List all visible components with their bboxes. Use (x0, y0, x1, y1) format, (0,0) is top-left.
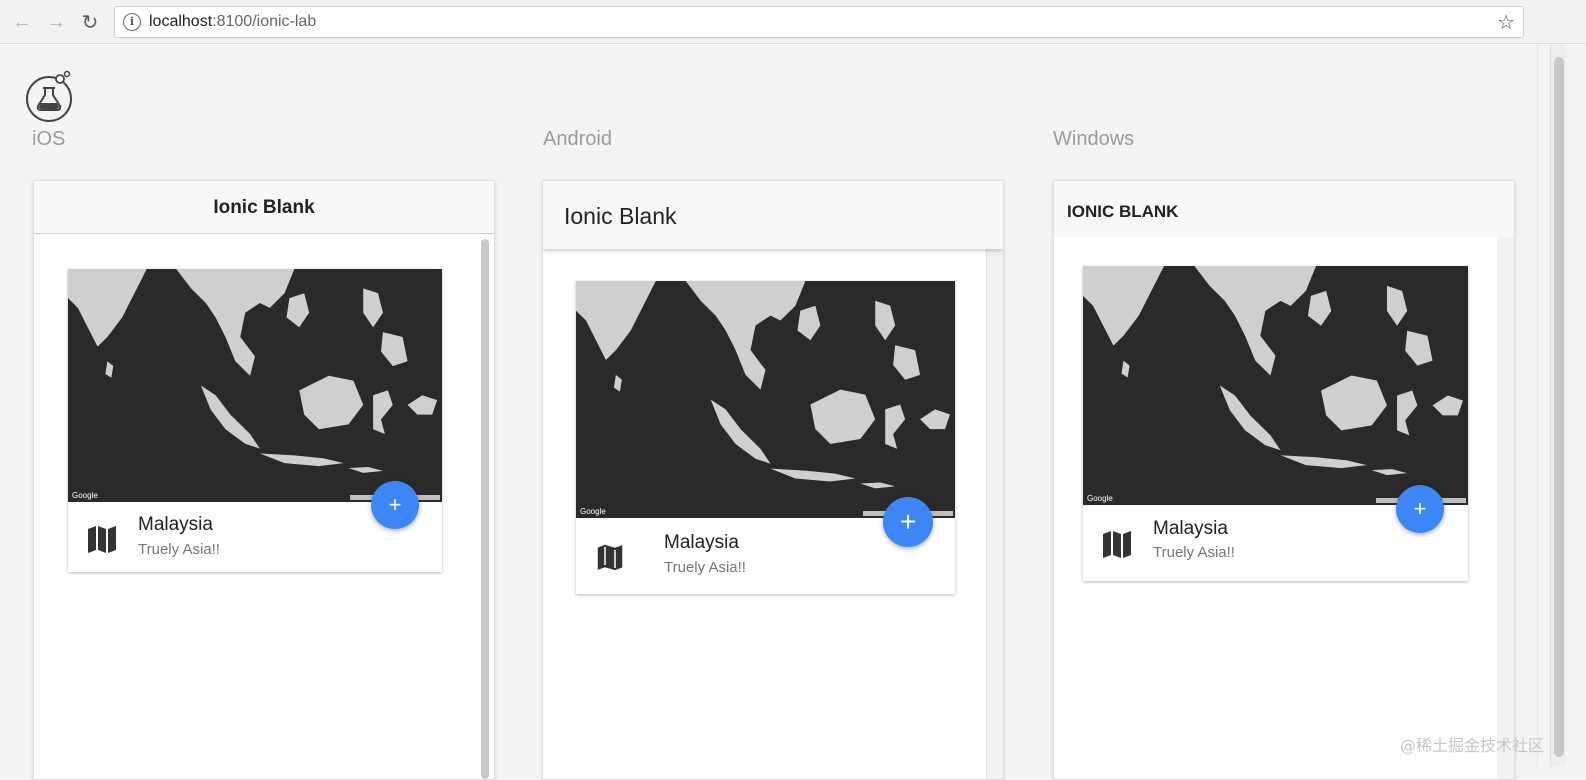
android-map-image[interactable]: Google (576, 281, 955, 518)
page-scrollbar[interactable] (1550, 45, 1566, 767)
divider (1537, 45, 1538, 767)
reload-icon[interactable]: ↻ (78, 10, 102, 34)
url-path: :8100/ionic-lab (212, 13, 317, 30)
ios-device-frame: Ionic Blank Google + Malaysia Truely Asi… (33, 180, 495, 780)
card-title: Malaysia (664, 532, 739, 553)
map-icon (88, 526, 116, 553)
windows-device-frame: IONIC BLANK Google + Malaysia Truely Asi… (1053, 180, 1515, 780)
windows-toolbar: IONIC BLANK (1054, 181, 1514, 237)
url-text[interactable]: localhost:8100/ionic-lab (149, 13, 316, 31)
map-icon (596, 542, 624, 573)
android-device-frame: Ionic Blank Google + Malaysia Truely Asi… (542, 180, 1004, 780)
android-page-title: Ionic Blank (564, 203, 677, 229)
windows-map-image[interactable]: Google (1083, 266, 1468, 505)
ios-content-scrollbar[interactable] (481, 239, 489, 779)
map-landmass (576, 281, 951, 489)
card-subtitle: Truely Asia!! (1153, 544, 1235, 561)
android-toolbar: Ionic Blank (543, 181, 1003, 249)
forward-arrow-icon[interactable]: → (44, 10, 68, 34)
address-bar[interactable]: i localhost:8100/ionic-lab ☆ (114, 6, 1524, 38)
card-subtitle: Truely Asia!! (664, 559, 746, 576)
bookmark-star-icon[interactable]: ☆ (1497, 10, 1515, 35)
card-title: Malaysia (138, 514, 213, 535)
windows-add-button[interactable]: + (1396, 485, 1444, 533)
ionic-lab-logo-icon (26, 70, 72, 122)
map-icon (1103, 531, 1131, 558)
url-host: localhost (149, 13, 213, 30)
android-content-scrollbar[interactable] (986, 249, 1003, 779)
android-add-button[interactable]: + (883, 497, 933, 547)
windows-page-title: IONIC BLANK (1067, 202, 1179, 221)
google-map-label: Google (1087, 494, 1113, 503)
platform-label-ios: iOS (32, 128, 66, 150)
map-landmass (68, 269, 438, 473)
ios-map-card: Google + Malaysia Truely Asia!! (68, 269, 442, 572)
info-icon[interactable]: i (123, 13, 141, 31)
card-title: Malaysia (1153, 518, 1228, 539)
platform-label-windows: Windows (1053, 128, 1135, 150)
android-map-card: Google + Malaysia Truely Asia!! (576, 281, 955, 594)
google-map-label: Google (580, 507, 606, 516)
back-arrow-icon[interactable]: ← (10, 10, 34, 34)
windows-content-scrollbar[interactable] (1497, 237, 1514, 779)
ios-page-title: Ionic Blank (213, 197, 315, 218)
windows-map-card: Google + Malaysia Truely Asia!! (1083, 266, 1468, 581)
watermark-text: @稀土掘金技术社区 (1400, 736, 1545, 755)
browser-toolbar: ← → ↻ i localhost:8100/ionic-lab ☆ (0, 0, 1586, 44)
map-landmass (1083, 266, 1463, 476)
scrollbar-thumb[interactable] (1554, 57, 1564, 757)
ios-toolbar: Ionic Blank (34, 181, 494, 234)
platform-label-android: Android (543, 128, 612, 150)
google-map-label: Google (72, 491, 98, 500)
ios-map-image[interactable]: Google (68, 269, 442, 502)
card-subtitle: Truely Asia!! (138, 541, 220, 558)
ios-add-button[interactable]: + (371, 481, 419, 529)
